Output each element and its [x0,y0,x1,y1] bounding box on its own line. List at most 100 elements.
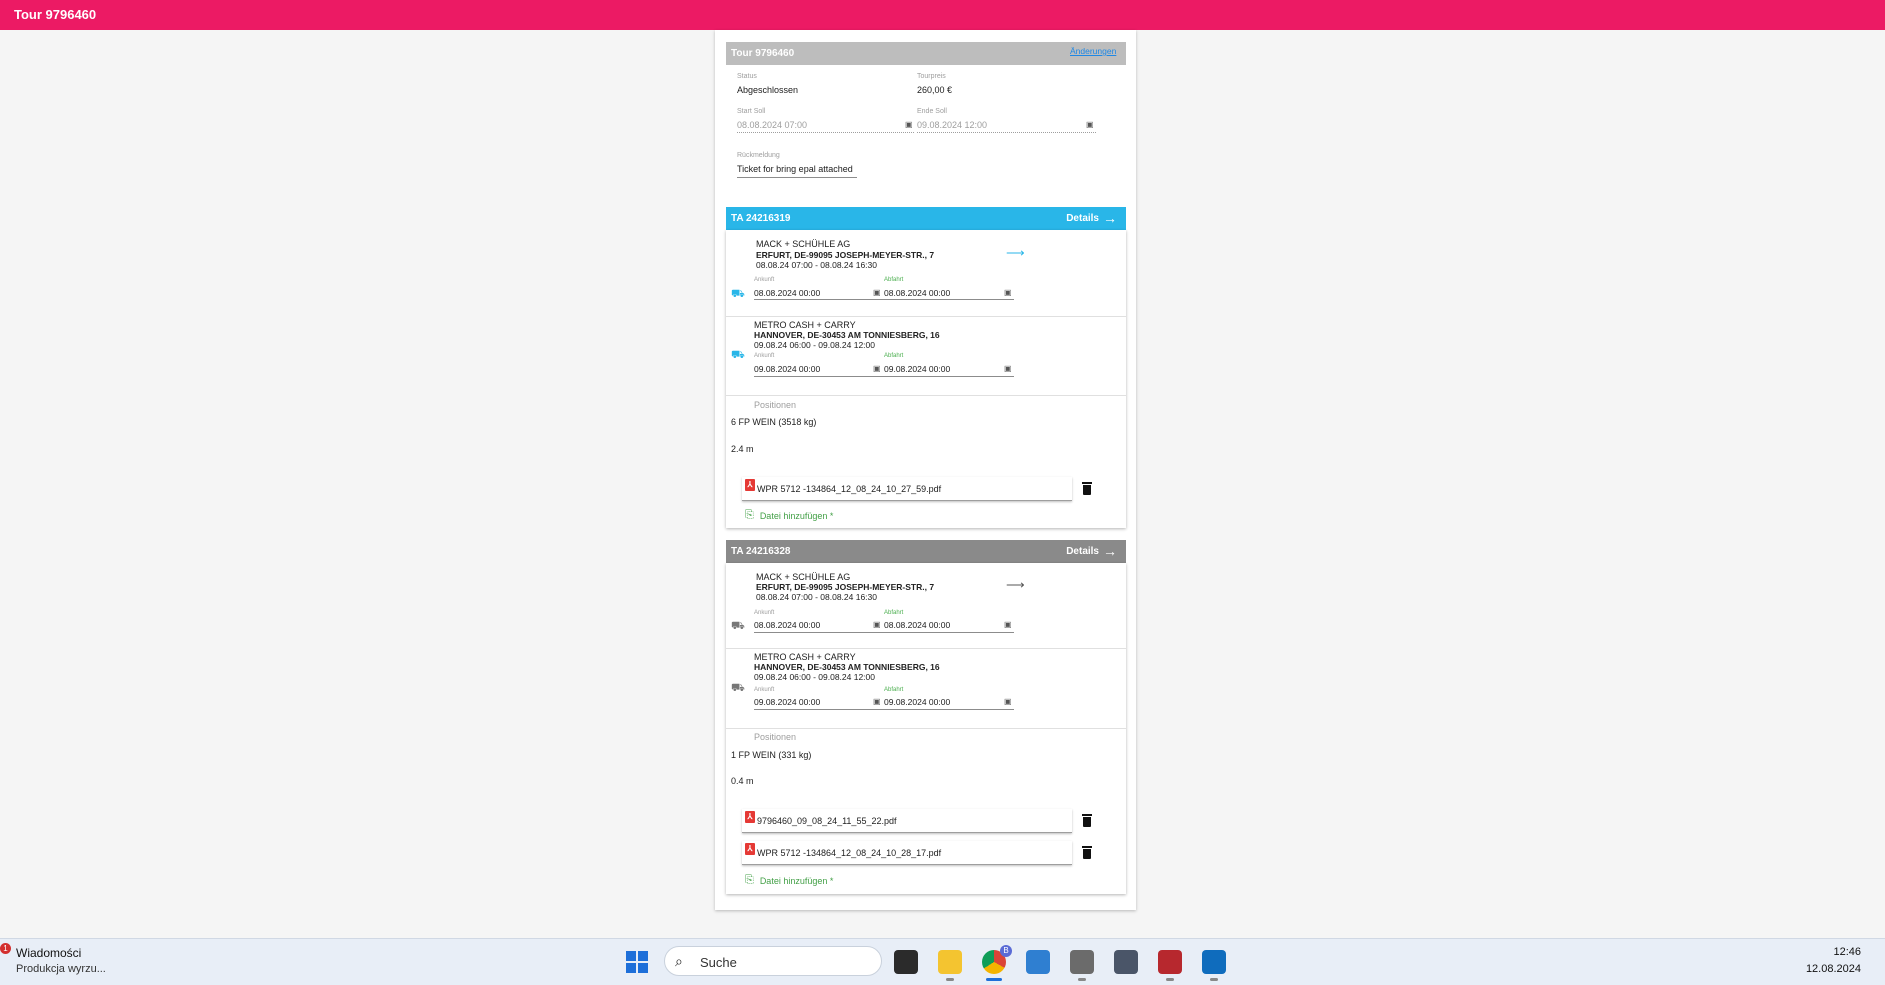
search-placeholder: Suche [700,955,737,970]
tour-header: Tour 9796460 [726,42,1126,65]
chrome-profile-badge: B [1000,945,1012,957]
arrow-right-icon: → [1103,543,1117,559]
notification-title[interactable]: Wiadomości [16,946,81,960]
store-icon[interactable] [1026,950,1050,974]
divider [726,648,1126,649]
start-underline [737,132,914,133]
delivery-name: METRO CASH + CARRY [754,652,856,662]
paperclip-icon: ⎘ [745,509,754,521]
outlook-icon[interactable] [1202,950,1226,974]
calendar-icon[interactable]: ▣ [873,364,881,373]
truck-icon: ⛟ [731,349,745,361]
positions-label: Positionen [754,400,797,410]
notification-badge: 1 [0,943,11,954]
changes-link[interactable]: Änderungen [1070,46,1116,56]
divider [726,316,1126,317]
arrival-input[interactable]: 09.08.2024 00:00 [754,697,820,707]
file-explorer-icon[interactable] [938,950,962,974]
add-file-button[interactable]: ⎘ Datei hinzufügen * [745,509,833,522]
departure-input[interactable]: 09.08.2024 00:00 [884,364,950,374]
file-item[interactable]: ⅄ WPR 5712 -134864_12_08_24_10_27_59.pdf [742,477,1072,501]
calendar-icon[interactable]: ▣ [1086,120,1094,129]
order-id: TA 24216328 [731,546,791,557]
details-label: Details [1066,545,1099,557]
arrival-label: Ankunft [754,610,775,616]
calendar-icon[interactable]: ▣ [1004,288,1012,297]
status-value: Abgeschlossen [737,85,799,95]
departure-label: Abfahrt [884,687,904,693]
stop-underline [754,299,1014,300]
app-title: Tour 9796460 [14,7,97,22]
end-input[interactable]: 09.08.2024 12:00 [917,120,987,130]
truck-icon: ⛟ [731,682,745,694]
add-file-button[interactable]: ⎘ Datei hinzufügen * [745,874,833,887]
calendar-icon[interactable]: ▣ [905,120,913,129]
divider [726,395,1126,396]
trash-icon[interactable] [1082,814,1092,827]
position-line: 6 FP WEIN (3518 kg) [731,417,817,427]
pdf-icon: ⅄ [745,843,755,855]
route-arrow-icon: ⟶ [1006,245,1025,260]
calculator-icon[interactable] [1114,950,1138,974]
trash-icon[interactable] [1082,482,1092,495]
length-value: 2.4 m [731,444,754,454]
task-view-icon[interactable] [894,950,918,974]
delivery-window: 09.08.24 06:00 - 09.08.24 12:00 [754,340,875,350]
pickup-name: MACK + SCHÜHLE AG [756,239,851,249]
arrival-input[interactable]: 08.08.2024 00:00 [754,288,820,298]
pickup-window: 08.08.24 07:00 - 08.08.24 16:30 [756,592,877,602]
order-header: TA 24216328 Details → [726,540,1126,563]
pickup-address: ERFURT, DE-99095 JOSEPH-MEYER-STR., 7 [756,250,935,260]
details-button[interactable]: Details → [1066,211,1117,225]
arrival-input[interactable]: 08.08.2024 00:00 [754,620,820,630]
end-label: Ende Soll [917,108,947,115]
feedback-input[interactable]: Ticket for bring epal attached [737,164,853,174]
trash-icon[interactable] [1082,846,1092,859]
details-button[interactable]: Details → [1066,543,1117,559]
taskbar-search[interactable]: ⌕ Suche [664,946,882,976]
clock-time[interactable]: 12:46 [1833,946,1861,958]
truck-icon: ⛟ [731,620,745,632]
printer-icon[interactable] [1070,950,1094,974]
running-indicator [1078,978,1086,981]
calendar-icon[interactable]: ▣ [873,620,881,629]
app-bar: Tour 9796460 [0,0,1885,30]
calendar-icon[interactable]: ▣ [1004,620,1012,629]
order-id: TA 24216319 [731,213,791,224]
calendar-icon[interactable]: ▣ [873,697,881,706]
price-value: 260,00 € [917,85,953,95]
notification-subtitle[interactable]: Produkcja wyrzu... [16,963,106,975]
running-indicator [1166,978,1174,981]
access-icon[interactable] [1158,950,1182,974]
start-input[interactable]: 08.08.2024 07:00 [737,120,807,130]
feedback-underline [737,177,857,178]
stop-underline [754,632,1014,633]
end-underline [917,132,1096,133]
arrival-label: Ankunft [754,353,775,359]
arrival-input[interactable]: 09.08.2024 00:00 [754,364,820,374]
delivery-name: METRO CASH + CARRY [754,320,856,330]
departure-input[interactable]: 08.08.2024 00:00 [884,620,950,630]
departure-input[interactable]: 08.08.2024 00:00 [884,288,950,298]
start-label: Start Soll [737,108,766,115]
truck-icon: ⛟ [731,288,745,300]
pickup-address: ERFURT, DE-99095 JOSEPH-MEYER-STR., 7 [756,582,935,592]
running-indicator [1210,978,1218,981]
file-item[interactable]: ⅄ WPR 5712 -134864_12_08_24_10_28_17.pdf [742,841,1072,865]
calendar-icon[interactable]: ▣ [873,288,881,297]
departure-input[interactable]: 09.08.2024 00:00 [884,697,950,707]
positions-label: Positionen [754,732,797,742]
tour-header-title: Tour 9796460 [731,48,795,59]
file-name: WPR 5712 -134864_12_08_24_10_28_17.pdf [757,848,942,858]
search-icon: ⌕ [675,953,683,969]
pickup-window: 08.08.24 07:00 - 08.08.24 16:30 [756,260,877,270]
arrival-label: Ankunft [754,687,775,693]
stop-underline [754,709,1014,710]
clock-date[interactable]: 12.08.2024 [1806,963,1861,975]
calendar-icon[interactable]: ▣ [1004,364,1012,373]
windows-start-icon[interactable] [626,951,648,973]
status-label: Status [737,73,757,80]
file-item[interactable]: ⅄ 9796460_09_08_24_11_55_22.pdf [742,809,1072,833]
calendar-icon[interactable]: ▣ [1004,697,1012,706]
pdf-icon: ⅄ [745,811,755,823]
